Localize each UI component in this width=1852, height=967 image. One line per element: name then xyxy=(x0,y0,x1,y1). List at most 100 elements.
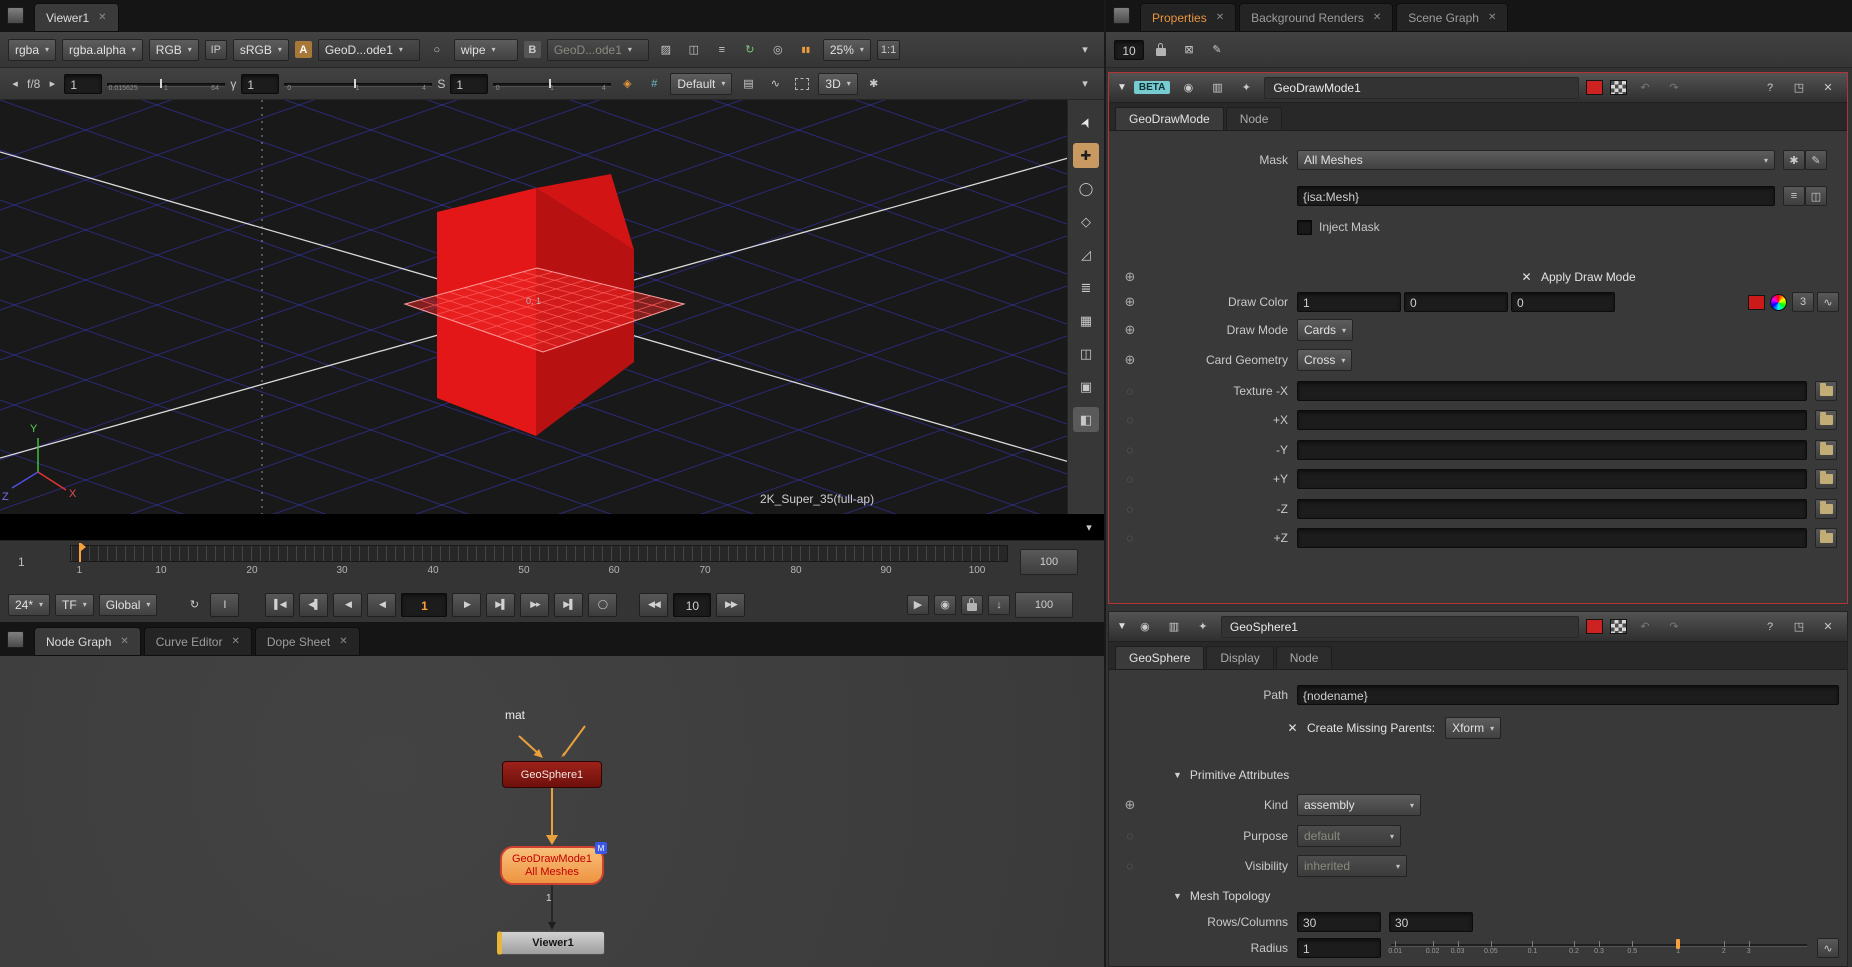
animate-icon[interactable]: ⊕ xyxy=(1125,269,1136,285)
texture-z-neg-input[interactable] xyxy=(1297,499,1807,519)
panel-chevron-icon[interactable]: ▾ xyxy=(1074,74,1096,94)
zoom-select[interactable]: 25%▾ xyxy=(823,39,871,61)
ruler-track[interactable] xyxy=(70,545,1008,562)
float-panel-icon[interactable]: ◳ xyxy=(1788,78,1810,98)
close-panel-icon[interactable]: ✕ xyxy=(1817,617,1839,637)
columns-input[interactable]: 30 xyxy=(1389,912,1473,932)
viewport-3d-canvas[interactable]: Y X Z xyxy=(0,100,1104,514)
primitive-attributes-header[interactable]: ▼ Primitive Attributes xyxy=(1117,763,1839,787)
animate-icon[interactable]: ◌ xyxy=(1126,531,1133,545)
texture-y-pos-input[interactable] xyxy=(1297,469,1807,489)
node-geodrawmode1[interactable]: GeoDrawMode1 All Meshes M xyxy=(500,846,604,885)
node-viewer1[interactable]: Viewer1 xyxy=(497,931,605,955)
expose-node-icon[interactable]: ▥ xyxy=(1163,617,1185,637)
path-input[interactable]: {nodename} xyxy=(1297,685,1839,705)
animation-curve-icon[interactable]: ∿ xyxy=(1817,292,1839,312)
range-out-field[interactable]: 100 xyxy=(1020,549,1078,575)
gain-gamma-toggle-icon[interactable]: ◈ xyxy=(616,74,638,94)
key-all-icon[interactable]: ✦ xyxy=(1192,617,1214,637)
help-icon[interactable]: ? xyxy=(1759,617,1781,637)
close-all-panels-icon[interactable]: ⊠ xyxy=(1178,40,1200,60)
close-icon[interactable]: ✕ xyxy=(1488,12,1496,23)
prev-keyframe-button[interactable]: ◀▌ xyxy=(299,593,328,617)
alpha-layer-select[interactable]: rgba.alpha▾ xyxy=(62,39,143,61)
play-button[interactable]: ▶ xyxy=(452,593,481,617)
wipe-pattern-icon[interactable]: ▨ xyxy=(655,40,677,60)
mask-expression-input[interactable]: {isa:Mesh} xyxy=(1297,186,1775,206)
pane-menu-icon[interactable] xyxy=(7,7,24,24)
guides-icon[interactable]: # xyxy=(643,74,665,94)
mask-select[interactable]: All Meshes▾ xyxy=(1297,150,1775,170)
lock-camera-icon[interactable]: ✱ xyxy=(863,74,885,94)
a-buffer-badge[interactable]: A xyxy=(295,41,312,58)
rotate-tool-icon[interactable]: ◯ xyxy=(1073,176,1099,201)
channel-display-select[interactable]: RGB▾ xyxy=(149,39,199,61)
card-geometry-select[interactable]: Cross▾ xyxy=(1297,349,1352,371)
roi-icon[interactable] xyxy=(791,74,813,94)
section-collapse-icon[interactable]: ▼ xyxy=(1173,770,1182,780)
step-forward-button[interactable]: ▶▌ xyxy=(486,593,515,617)
frame-ruler[interactable]: 1 10 20 30 40 50 60 70 80 90 100 xyxy=(70,545,1008,585)
skew-tool-icon[interactable]: ◿ xyxy=(1073,242,1099,267)
inject-mask-checkbox[interactable] xyxy=(1297,220,1312,235)
folder-icon[interactable] xyxy=(1815,410,1837,430)
edit-node-icon[interactable]: ✎ xyxy=(1206,40,1228,60)
play-backward-button[interactable]: ◀ xyxy=(367,593,396,617)
view-mode-select[interactable]: 3D▾ xyxy=(818,73,857,95)
wipe-mode-select[interactable]: wipe▾ xyxy=(454,39,518,61)
animate-icon[interactable]: ◌ xyxy=(1126,472,1133,486)
layer-select[interactable]: rgba▾ xyxy=(8,39,56,61)
fps-select[interactable]: 24*▾ xyxy=(8,594,50,616)
key-all-icon[interactable]: ✦ xyxy=(1235,78,1257,98)
max-panels-input[interactable]: 10 xyxy=(1114,40,1144,60)
tab-properties[interactable]: Properties ✕ xyxy=(1140,3,1236,32)
translate-tool-icon[interactable]: ✚ xyxy=(1073,143,1099,168)
capture-icon[interactable]: ◉ xyxy=(934,595,956,615)
b-buffer-badge[interactable]: B xyxy=(524,41,541,58)
frame-view-icon[interactable]: ▣ xyxy=(1073,374,1099,399)
float-panel-icon[interactable]: ◳ xyxy=(1788,617,1810,637)
pick-mask-icon[interactable]: ◫ xyxy=(1805,186,1827,206)
gain-slider[interactable]: 0.015625 1 64 xyxy=(107,74,225,94)
tab-background-renders[interactable]: Background Renders ✕ xyxy=(1239,3,1393,32)
animate-icon[interactable]: ⊕ xyxy=(1125,322,1136,338)
folder-icon[interactable] xyxy=(1815,469,1837,489)
sat-input[interactable]: 1 xyxy=(450,74,488,94)
pane-menu-icon[interactable] xyxy=(1113,7,1130,24)
lock-range-icon[interactable] xyxy=(961,595,983,615)
scale-tool-icon[interactable]: ◇ xyxy=(1073,209,1099,234)
close-icon[interactable]: ✕ xyxy=(120,636,128,647)
export-icon[interactable]: ↓ xyxy=(988,595,1010,615)
frame-increment-field[interactable]: 10 xyxy=(673,593,711,617)
sat-slider[interactable]: 0 1 4 xyxy=(493,74,611,94)
help-icon[interactable]: ? xyxy=(1759,78,1781,98)
animate-icon[interactable]: ⊕ xyxy=(1125,294,1136,310)
gain-input[interactable]: 1 xyxy=(64,74,102,94)
timeline-collapse-button[interactable]: ▾ xyxy=(1078,517,1100,537)
texture-x-pos-input[interactable] xyxy=(1297,410,1807,430)
node-title-field[interactable]: GeoDrawMode1 xyxy=(1264,77,1579,99)
center-node-icon[interactable]: ◉ xyxy=(1177,78,1199,98)
stop-button[interactable]: ◯ xyxy=(588,593,617,617)
scene-list-icon[interactable]: ≡ xyxy=(1783,186,1805,206)
go-to-end-button[interactable]: ▶▌ xyxy=(554,593,583,617)
update-target-icon[interactable]: ◎ xyxy=(767,40,789,60)
input-process-button[interactable]: IP xyxy=(205,40,227,60)
visibility-select[interactable]: inherited▾ xyxy=(1297,855,1407,877)
draw-color-b-input[interactable]: 0 xyxy=(1511,292,1615,312)
texture-x-neg-input[interactable] xyxy=(1297,381,1807,401)
mask-edit-icon[interactable]: ✎ xyxy=(1805,150,1827,170)
ab-swap-icon[interactable]: ○ xyxy=(426,40,448,60)
apply-draw-mode-checkbox[interactable]: ✕ xyxy=(1519,270,1534,285)
loop-mode-icon[interactable]: ↻ xyxy=(183,595,205,615)
current-frame-field[interactable]: 1 xyxy=(401,593,447,617)
animate-icon[interactable]: ⊕ xyxy=(1125,797,1136,813)
panel-chevron-icon[interactable]: ▾ xyxy=(1074,40,1096,60)
jump-back-button[interactable]: ◀◀ xyxy=(639,593,668,617)
collapse-panel-icon[interactable]: ▼ xyxy=(1117,621,1127,632)
close-icon[interactable]: ✕ xyxy=(1216,12,1224,23)
pause-icon[interactable]: ▮▮ xyxy=(795,40,817,60)
undo-icon[interactable]: ↶ xyxy=(1634,78,1656,98)
proxy-ratio-button[interactable]: 1:1 xyxy=(877,40,900,60)
tf-select[interactable]: TF▾ xyxy=(55,594,94,616)
